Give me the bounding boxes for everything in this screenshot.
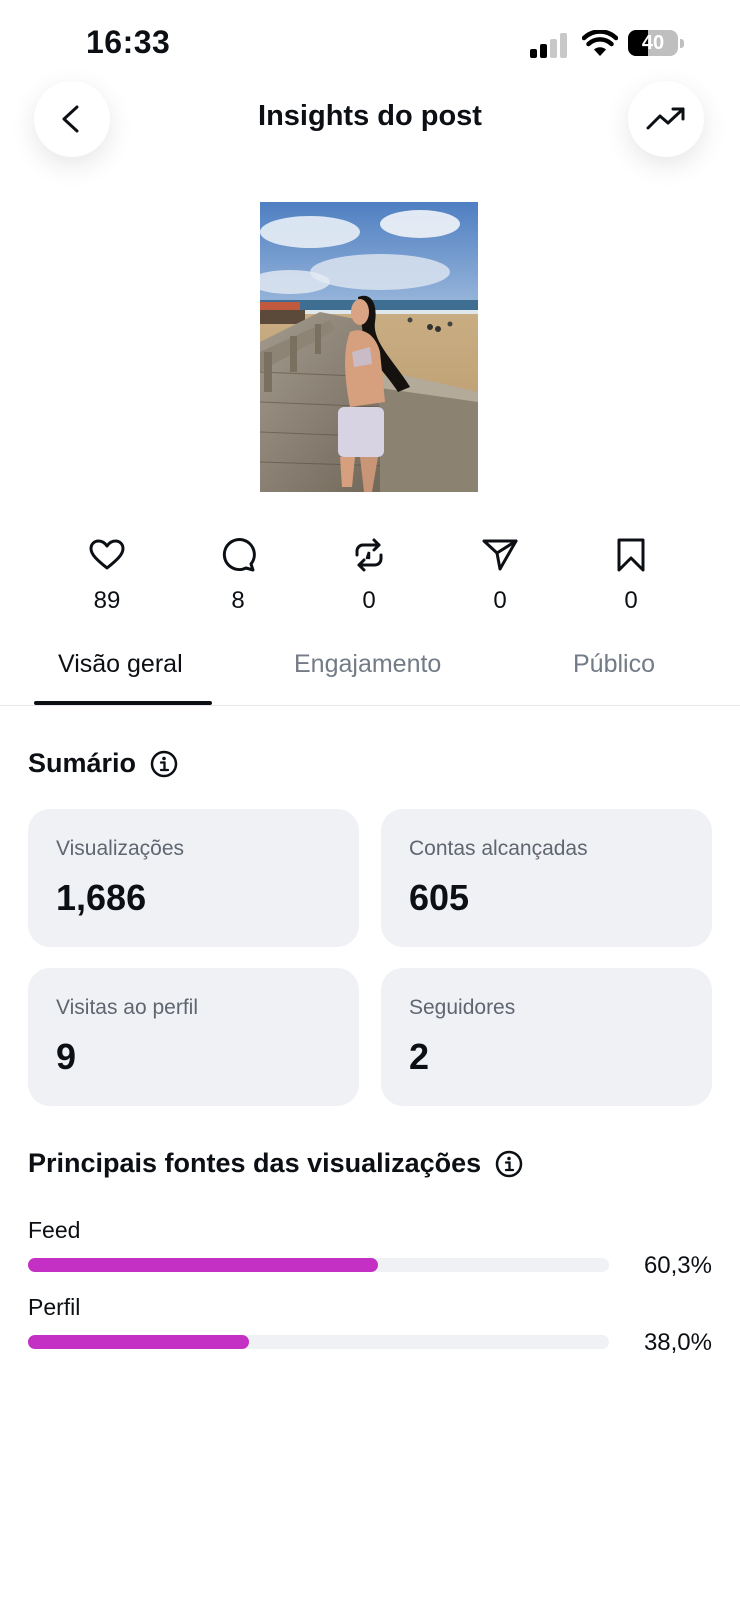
reposts-count: 0 [362,587,376,614]
summary-title: Sumário [28,748,137,778]
tab-overview[interactable]: Visão geral [58,650,183,679]
cellular-signal-icon [530,32,570,58]
card-label: Visitas ao perfil [56,996,199,1019]
card-label: Contas alcançadas [409,837,588,860]
sources-section-title: Principais fontes das visualizações [28,1148,523,1179]
likes-count: 89 [93,587,121,614]
shares-count: 0 [493,587,507,614]
source-bar-fill [28,1335,249,1349]
active-tab-indicator [34,701,212,705]
heart-icon [89,539,125,570]
wifi-icon [582,30,618,56]
source-bar-fill [28,1258,379,1272]
card-value: 605 [409,877,470,918]
source-label-profile: Perfil [28,1294,81,1320]
card-value: 2 [409,1036,430,1077]
info-icon[interactable] [150,750,178,778]
card-label: Visualizações [56,837,185,860]
status-bar: 16:33 40 [0,0,740,80]
info-icon[interactable] [495,1150,523,1178]
source-label-feed: Feed [28,1217,81,1243]
comments-metric: 8 [188,535,288,615]
bookmark-icon [617,538,645,572]
summary-section-title: Sumário [28,748,178,779]
post-photo [260,202,478,492]
source-percent-feed: 60,3% [643,1252,712,1279]
source-bar-feed [28,1258,609,1272]
status-time: 16:33 [86,24,171,60]
tab-audience[interactable]: Público [573,650,655,679]
trending-up-icon [646,107,685,130]
card-value: 9 [56,1036,77,1077]
views-card[interactable]: Visualizações 1,686 [28,809,359,947]
battery-percentage: 40 [641,32,665,54]
followers-card[interactable]: Seguidores 2 [381,968,712,1106]
share-icon [482,539,518,571]
repost-icon [355,538,383,572]
trends-button[interactable] [628,81,704,157]
card-value: 1,686 [56,877,147,918]
sources-title: Principais fontes das visualizações [28,1148,482,1178]
post-metrics: 89 8 0 0 0 [0,535,740,615]
insights-tabs: Visão geral Engajamento Público [0,640,740,706]
saves-metric: 0 [581,535,681,615]
accounts-reached-card[interactable]: Contas alcançadas 605 [381,809,712,947]
saves-count: 0 [624,587,638,614]
tab-engagement[interactable]: Engajamento [294,650,441,679]
battery-icon: 40 [628,30,684,56]
comment-icon [222,538,256,572]
post-thumbnail[interactable] [260,202,478,492]
comments-count: 8 [231,587,245,614]
source-percent-profile: 38,0% [643,1329,712,1356]
reposts-metric: 0 [319,535,419,615]
source-bar-profile [28,1335,609,1349]
shares-metric: 0 [450,535,550,615]
card-label: Seguidores [409,996,516,1019]
likes-metric: 89 [57,535,157,615]
profile-visits-card[interactable]: Visitas ao perfil 9 [28,968,359,1106]
